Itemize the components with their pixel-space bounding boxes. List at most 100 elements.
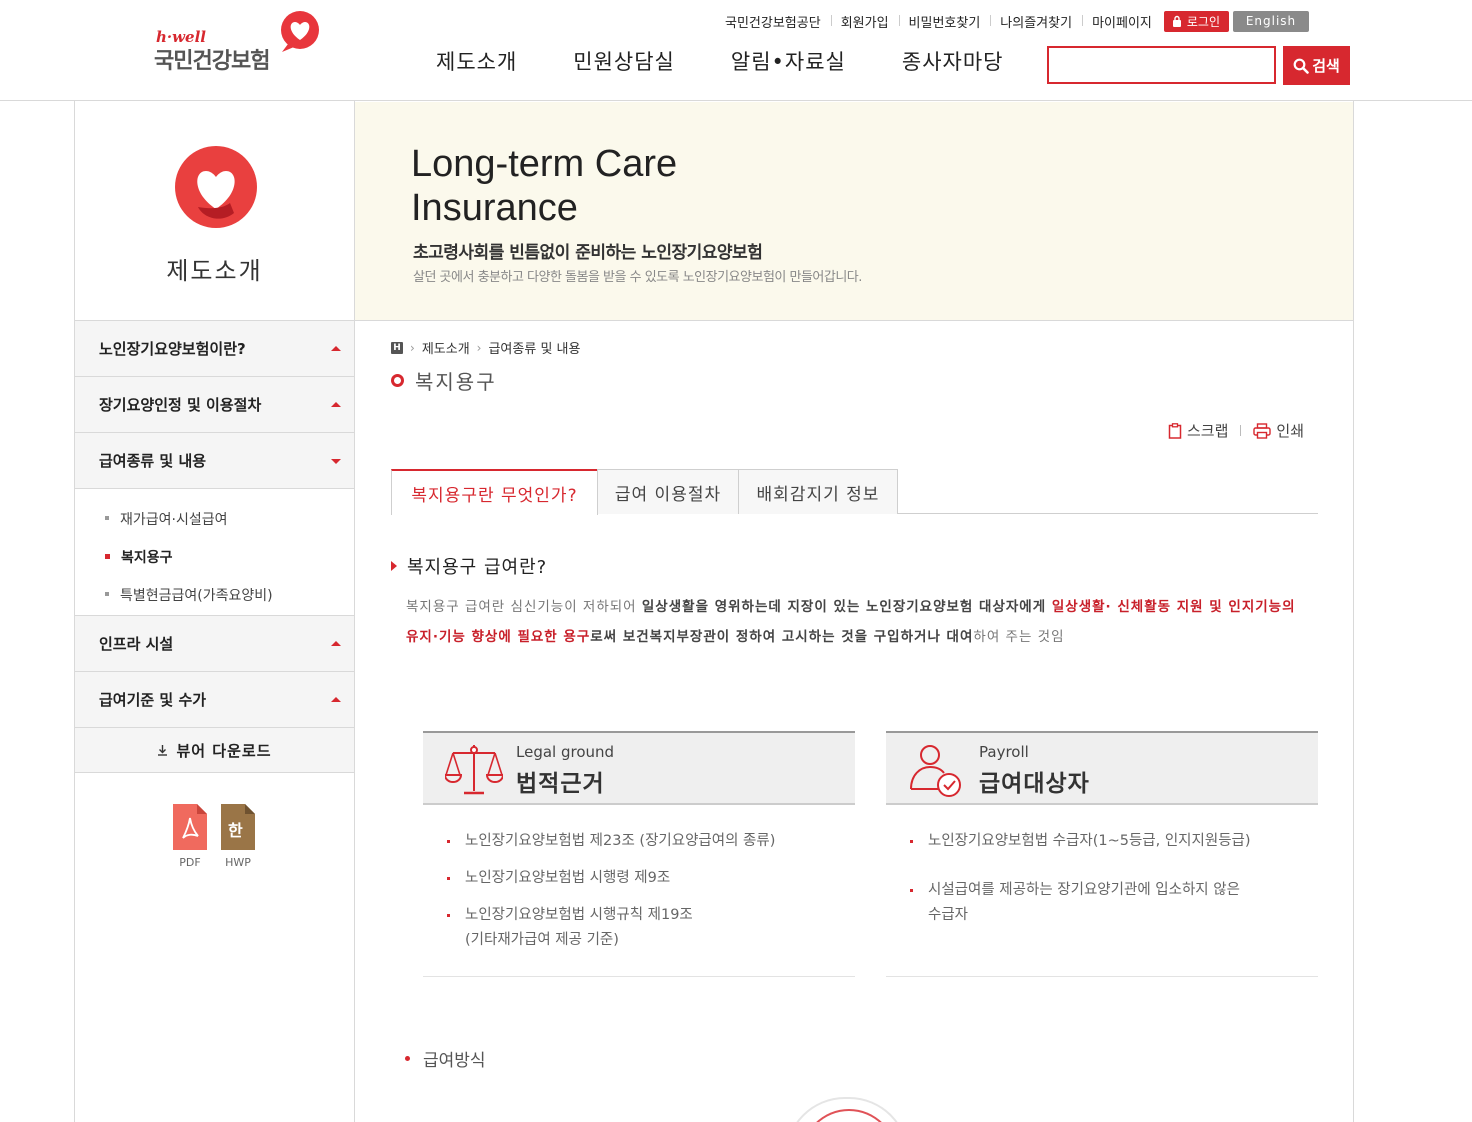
legal-ground-card: Legal ground 법적근거 노인장기요양보험법 제23조 (장기요양급여… bbox=[423, 731, 855, 977]
card-list: 노인장기요양보험법 수급자(1~5등급, 인지지원등급) 시설급여를 제공하는 … bbox=[886, 805, 1318, 928]
lnb-submenu: 재가급여·시설급여 복지용구 특별현금급여(가족요양비) bbox=[75, 490, 354, 616]
frame-divider-right bbox=[1353, 101, 1354, 1122]
body-text: 하여 주는 것임 bbox=[973, 629, 1065, 645]
submenu-item-family-care-cash[interactable]: 특별현금급여(가족요양비) bbox=[105, 585, 273, 605]
list-item: 노인장기요양보험법 제23조 (장기요양급여의 종류) bbox=[447, 829, 845, 854]
list-item: 노인장기요양보험법 수급자(1~5등급, 인지지원등급) bbox=[910, 829, 1308, 854]
gnb-item-civil-service[interactable]: 민원상담실 bbox=[573, 46, 675, 76]
lnb-item-label: 급여기준 및 수가 bbox=[99, 691, 207, 709]
benefit-method-text: 급여방식 bbox=[423, 1051, 486, 1071]
bullet-icon bbox=[105, 516, 109, 520]
user-check-icon bbox=[910, 745, 961, 797]
lnb-item-benefit-standards[interactable]: 급여기준 및 수가 bbox=[75, 672, 354, 728]
card-divider bbox=[886, 976, 1318, 977]
logo-text: 국민건강보험 bbox=[154, 49, 270, 74]
search-icon bbox=[1293, 58, 1309, 74]
gnb-item-workers[interactable]: 종사자마당 bbox=[902, 46, 1004, 76]
search-label: 검색 bbox=[1312, 57, 1340, 75]
breadcrumb: H › 제도소개 › 급여종류 및 내용 bbox=[391, 338, 580, 357]
chevron-up-icon bbox=[331, 696, 341, 702]
bullet-icon bbox=[105, 592, 109, 596]
heart-logo-icon bbox=[281, 11, 319, 52]
card-title-en: Legal ground bbox=[516, 743, 615, 761]
login-button[interactable]: 로그인 bbox=[1163, 10, 1229, 32]
chevron-down-icon bbox=[331, 458, 341, 464]
lnb-item-label: 인프라 시설 bbox=[99, 635, 174, 653]
sidebar-header: 제도소개 bbox=[75, 101, 354, 321]
card-divider bbox=[423, 976, 855, 977]
breadcrumb-item[interactable]: 급여종류 및 내용 bbox=[488, 338, 580, 357]
gnb-item-system-intro[interactable]: 제도소개 bbox=[436, 46, 517, 76]
pdf-label: PDF bbox=[179, 856, 201, 869]
card-title-ko: 법적근거 bbox=[516, 771, 605, 797]
lnb-item-label: 노인장기요양보험이란? bbox=[99, 340, 246, 358]
viewer-download-label: 뷰어 다운로드 bbox=[176, 741, 272, 760]
lnb-item-benefit-types[interactable]: 급여종류 및 내용 bbox=[75, 433, 354, 489]
card-list: 노인장기요양보험법 제23조 (장기요양급여의 종류) 노인장기요양보험법 시행… bbox=[423, 805, 855, 953]
tab-what-is-welfare-equipment[interactable]: 복지용구란 무엇인가? bbox=[391, 469, 598, 515]
banner-description: 살던 곳에서 충분하고 다양한 돌봄을 받을 수 있도록 노인장기요양보험이 만… bbox=[413, 270, 862, 285]
ring-bullet-icon bbox=[391, 374, 404, 387]
search-input[interactable] bbox=[1047, 46, 1276, 84]
tool-divider bbox=[1240, 425, 1242, 436]
card-header: Payroll 급여대상자 bbox=[886, 731, 1318, 805]
util-link-favorites[interactable]: 나의즐겨찾기 bbox=[990, 12, 1082, 31]
hero-banner: Long-term Care Insurance 초고령사회를 빈틈없이 준비하… bbox=[355, 102, 1353, 321]
submenu-item-home-facility-care[interactable]: 재가급여·시설급여 bbox=[105, 509, 228, 529]
pdf-viewer-link[interactable]: PDF bbox=[173, 804, 207, 869]
section-body: 복지용구 급여란 심신기능이 저하되어 일상생활을 영위하는데 지장이 있는 노… bbox=[406, 592, 1308, 652]
login-label: 로그인 bbox=[1186, 14, 1220, 29]
body-emphasis: 로써 보건복지부장관이 정하여 고시하는 것을 구입하거나 대여 bbox=[590, 629, 974, 645]
dot-bullet-icon bbox=[405, 1056, 410, 1061]
lnb-item-certification-process[interactable]: 장기요양인정 및 이용절차 bbox=[75, 377, 354, 433]
section-heading-text: 복지용구 급여란? bbox=[407, 557, 548, 578]
submenu-item-label: 복지용구 bbox=[121, 550, 173, 566]
lnb-item-label: 장기요양인정 및 이용절차 bbox=[99, 396, 262, 414]
breadcrumb-item[interactable]: 제도소개 bbox=[422, 338, 470, 357]
printer-icon bbox=[1253, 422, 1272, 439]
banner-subtitle: 초고령사회를 빈틈없이 준비하는 노인장기요양보험 bbox=[413, 243, 763, 263]
list-item: 시설급여를 제공하는 장기요양기관에 입소하지 않은 수급자 bbox=[910, 878, 1308, 928]
gnb-item-notice-library[interactable]: 알림•자료실 bbox=[731, 46, 846, 76]
print-button[interactable]: 인쇄 bbox=[1253, 420, 1304, 441]
search-button[interactable]: 검색 bbox=[1283, 46, 1350, 85]
download-icon bbox=[158, 745, 168, 756]
content-tabs: 복지용구란 무엇인가? 급여 이용절차 배회감지기 정보 bbox=[391, 469, 1318, 515]
util-link-find-password[interactable]: 비밀번호찾기 bbox=[898, 12, 991, 31]
scrap-button[interactable]: 스크랩 bbox=[1168, 420, 1228, 441]
chevron-right-icon: › bbox=[476, 340, 482, 355]
submenu-item-welfare-equipment[interactable]: 복지용구 bbox=[105, 547, 173, 567]
card-title-ko: 급여대상자 bbox=[979, 771, 1090, 797]
tab-wandering-detector[interactable]: 배회감지기 정보 bbox=[738, 469, 898, 514]
lnb-item-about-insurance[interactable]: 노인장기요양보험이란? bbox=[75, 321, 354, 377]
util-link-signup[interactable]: 회원가입 bbox=[830, 12, 899, 31]
utility-nav: 국민건강보험공단 회원가입 비밀번호찾기 나의즐겨찾기 마이페이지 로그인 En… bbox=[715, 10, 1309, 32]
submenu-item-label: 재가급여·시설급여 bbox=[120, 512, 228, 528]
page-title: 복지용구 bbox=[391, 366, 497, 395]
hwp-viewer-link[interactable]: 한 HWP bbox=[221, 804, 255, 869]
main-nav: 제도소개 민원상담실 알림•자료실 종사자마당 bbox=[410, 46, 1004, 76]
chevron-up-icon bbox=[331, 401, 341, 407]
scrap-label: 스크랩 bbox=[1187, 422, 1229, 440]
nhis-logo[interactable]: h·well 국민건강보험 bbox=[152, 10, 327, 76]
banner-title-line2: Insurance bbox=[411, 187, 578, 229]
viewer-download-button[interactable]: 뷰어 다운로드 bbox=[75, 728, 354, 773]
submenu-item-label: 특별현금급여(가족요양비) bbox=[120, 588, 273, 604]
page-title-text: 복지용구 bbox=[415, 370, 497, 394]
sidebar-title: 제도소개 bbox=[166, 257, 263, 285]
tab-usage-procedure[interactable]: 급여 이용절차 bbox=[597, 469, 739, 514]
lnb-item-infrastructure[interactable]: 인프라 시설 bbox=[75, 616, 354, 672]
benefit-method-heading: 급여방식 bbox=[405, 1046, 486, 1071]
print-label: 인쇄 bbox=[1276, 422, 1305, 440]
heart-emblem-icon bbox=[175, 146, 257, 228]
benefit-method-diagram bbox=[785, 1097, 909, 1122]
home-icon[interactable]: H bbox=[391, 341, 403, 354]
beneficiary-card: Payroll 급여대상자 노인장기요양보험법 수급자(1~5등급, 인지지원등… bbox=[886, 731, 1318, 977]
pdf-icon bbox=[173, 804, 207, 850]
util-link-mypage[interactable]: 마이페이지 bbox=[1082, 12, 1162, 31]
body-text: 복지용구 급여란 심신기능이 저하되어 bbox=[406, 599, 642, 615]
caret-right-icon bbox=[391, 561, 397, 571]
english-button[interactable]: English bbox=[1233, 10, 1309, 32]
util-link-nhis[interactable]: 국민건강보험공단 bbox=[715, 12, 831, 31]
lock-icon bbox=[1172, 15, 1181, 27]
